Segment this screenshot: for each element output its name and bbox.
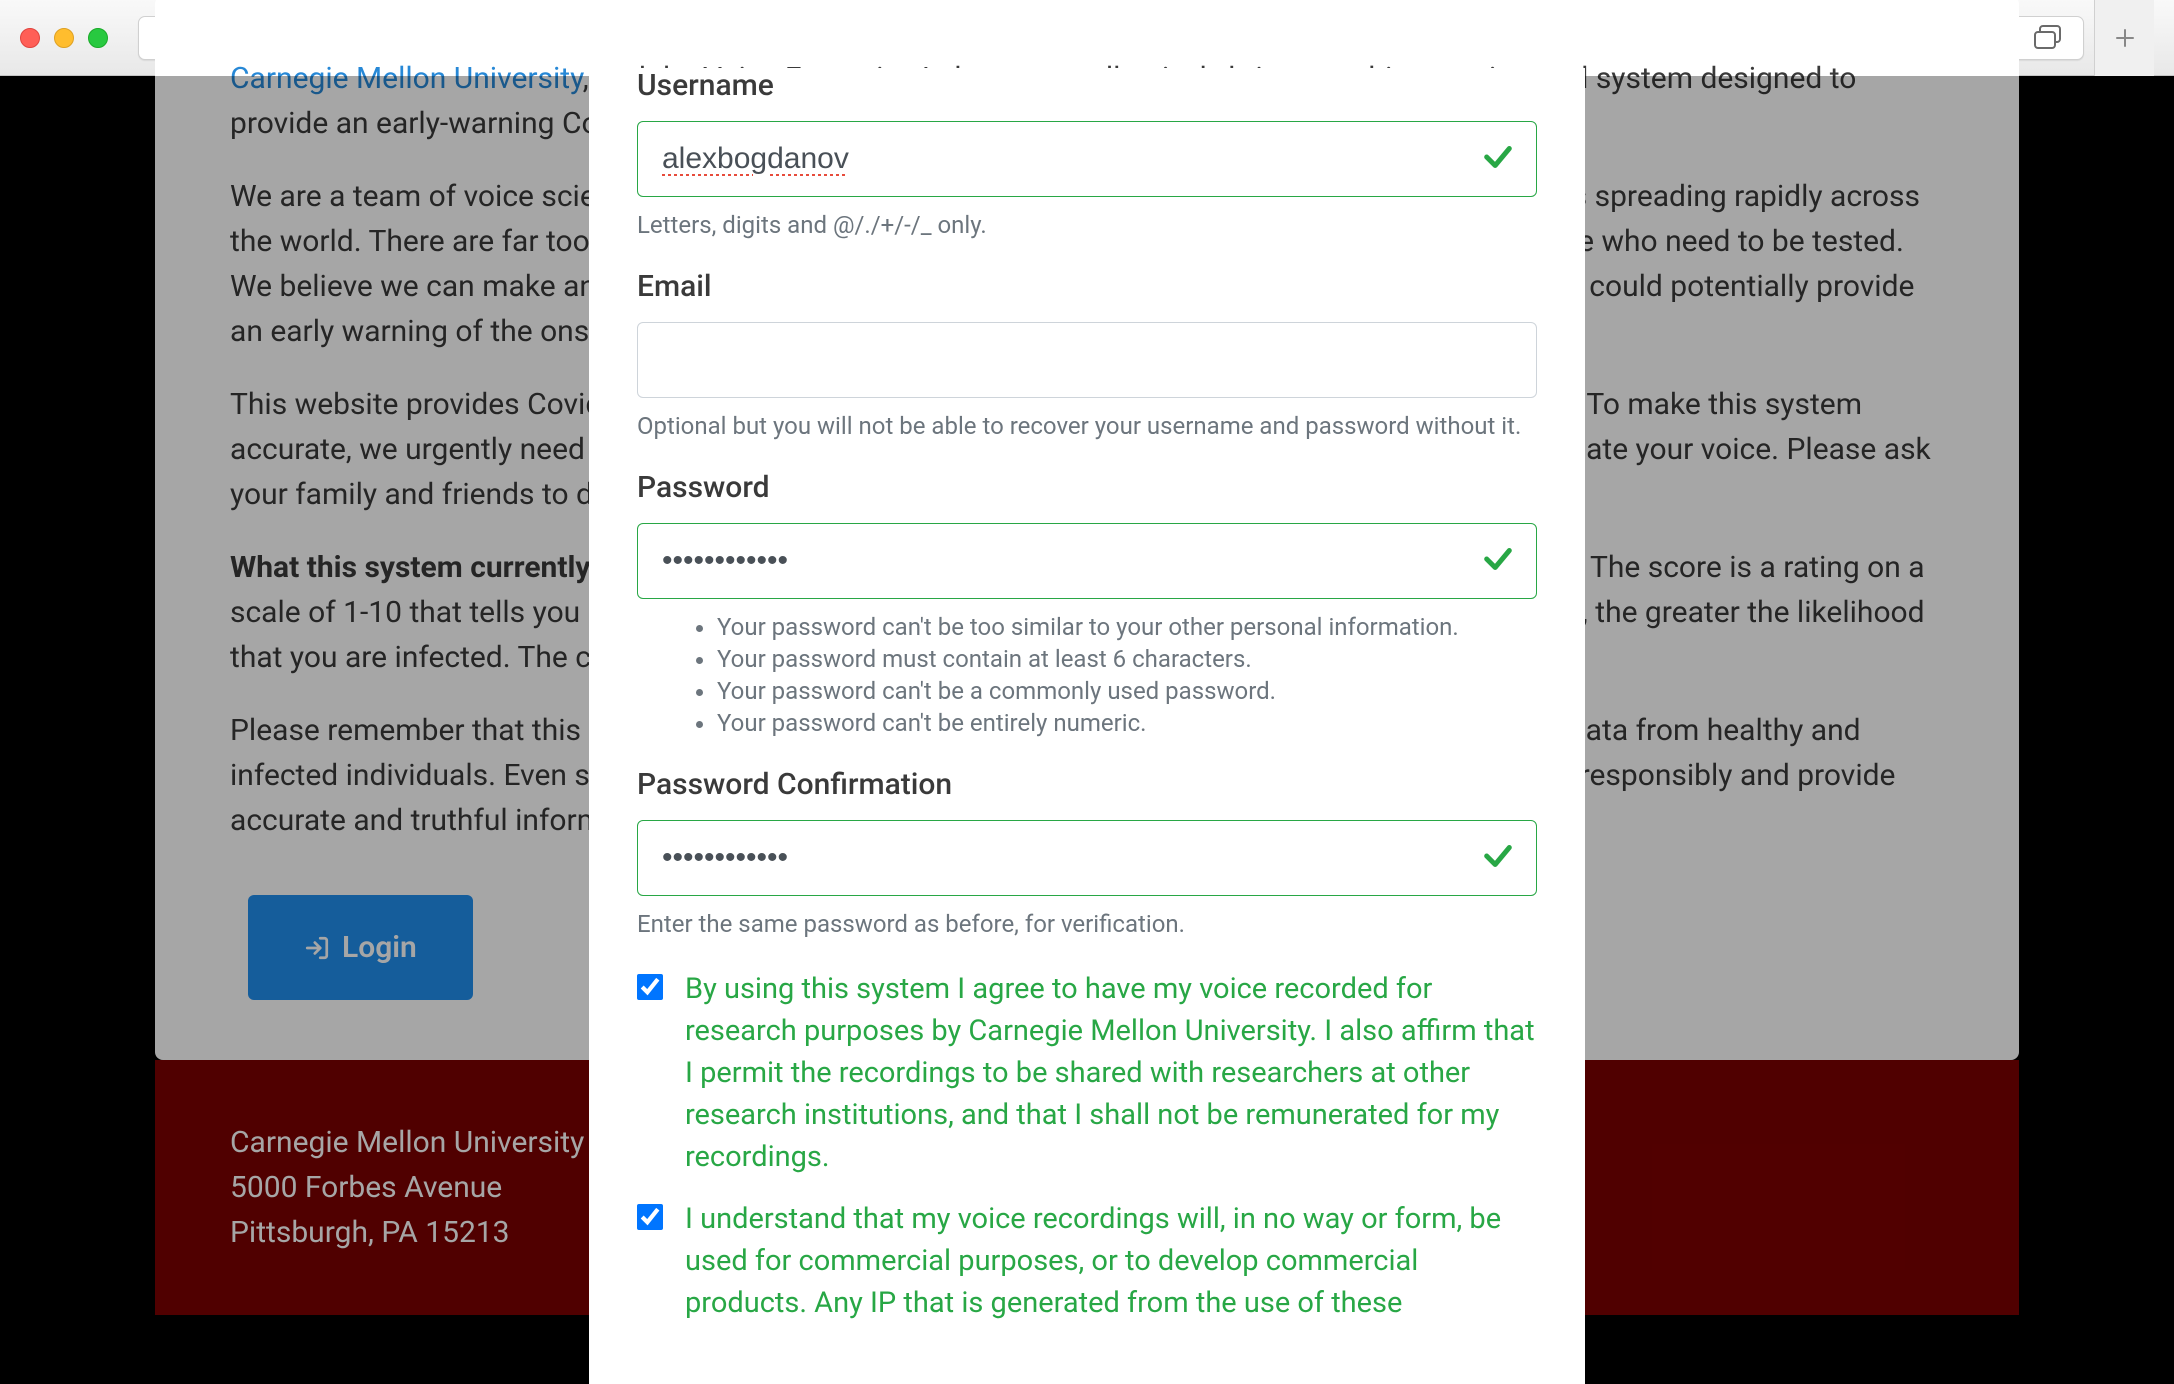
consent-text-2: I understand that my voice recordings wi… [685, 1198, 1537, 1324]
check-icon [1481, 140, 1515, 178]
password-confirm-help: Enter the same password as before, for v… [637, 910, 1537, 938]
email-label: Email [637, 269, 1537, 304]
consent-text-1: By using this system I agree to have my … [685, 968, 1537, 1178]
email-input[interactable] [637, 322, 1537, 398]
list-item: Your password must contain at least 6 ch… [717, 645, 1537, 673]
password-requirements: Your password can't be too similar to yo… [637, 613, 1537, 737]
list-item: Your password can't be entirely numeric. [717, 709, 1537, 737]
password-confirm-input[interactable] [637, 820, 1537, 896]
username-label: Username [637, 68, 1537, 103]
show-tabs-button[interactable] [2012, 16, 2084, 60]
password-input[interactable] [637, 523, 1537, 599]
password-confirm-label: Password Confirmation [637, 767, 1537, 802]
maximize-window-button[interactable] [88, 28, 108, 48]
traffic-lights [20, 28, 108, 48]
list-item: Your password can't be too similar to yo… [717, 613, 1537, 641]
new-tab-button[interactable] [2094, 0, 2154, 76]
email-help: Optional but you will not be able to rec… [637, 412, 1537, 440]
check-icon [1481, 839, 1515, 877]
minimize-window-button[interactable] [54, 28, 74, 48]
username-help: Letters, digits and @/./+/-/_ only. [637, 211, 1537, 239]
close-window-button[interactable] [20, 28, 40, 48]
consent-checkbox-1[interactable] [637, 974, 663, 1000]
consent-checkbox-2[interactable] [637, 1204, 663, 1230]
signup-modal: Username Letters, digits and @/./+/-/_ o… [589, 68, 1585, 1384]
list-item: Your password can't be a commonly used p… [717, 677, 1537, 705]
username-input[interactable] [637, 121, 1537, 197]
check-icon [1481, 542, 1515, 580]
modal-overlay: Username Letters, digits and @/./+/-/_ o… [0, 76, 2174, 1334]
password-label: Password [637, 470, 1537, 505]
